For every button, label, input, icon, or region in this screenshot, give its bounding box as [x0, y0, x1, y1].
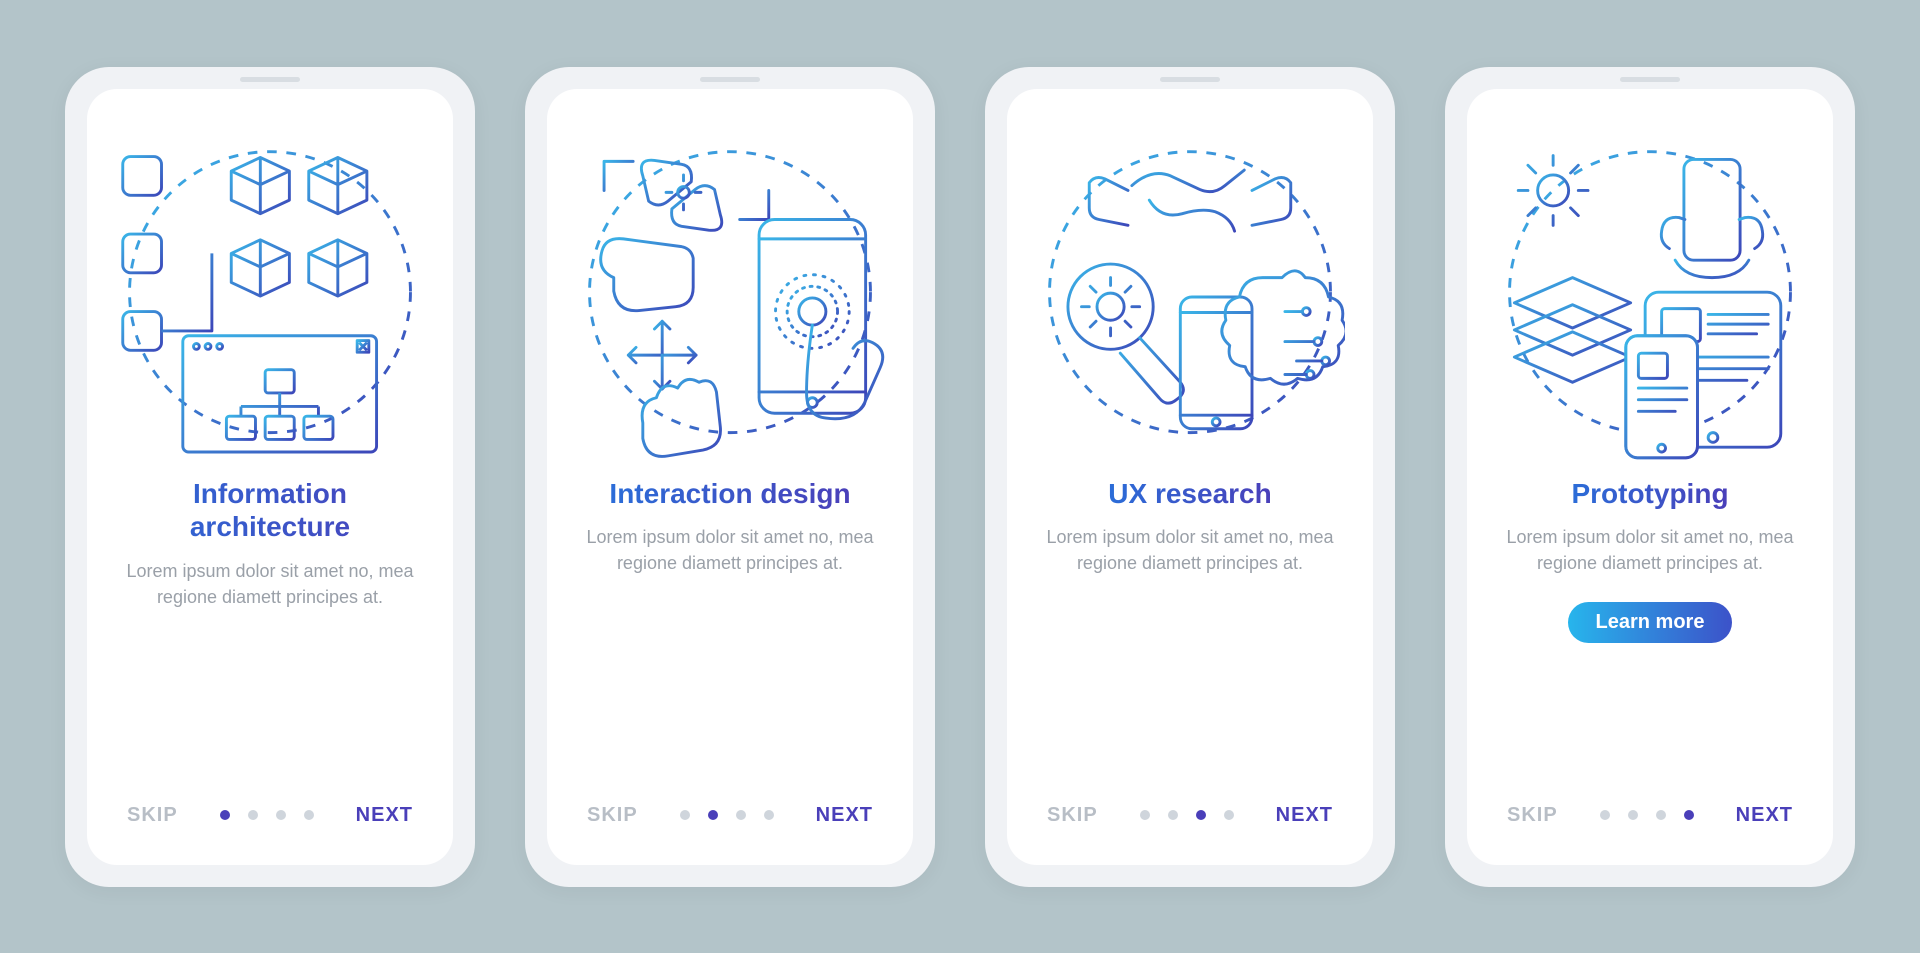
onboarding-phone-2: Interaction design Lorem ipsum dolor sit… — [525, 67, 935, 887]
page-dots — [1140, 810, 1234, 820]
slide-desc: Lorem ipsum dolor sit amet no, mea regio… — [580, 524, 880, 576]
skip-button[interactable]: SKIP — [127, 804, 178, 827]
slide-desc: Lorem ipsum dolor sit amet no, mea regio… — [120, 558, 420, 610]
onboarding-footer: SKIP NEXT — [1467, 804, 1833, 827]
onboarding-screen-1: Information architecture Lorem ipsum dol… — [87, 89, 453, 865]
page-dots — [220, 810, 314, 820]
slide-desc: Lorem ipsum dolor sit amet no, mea regio… — [1040, 524, 1340, 576]
onboarding-footer: SKIP NEXT — [547, 804, 913, 827]
dot-2[interactable] — [1628, 810, 1638, 820]
dot-1[interactable] — [680, 810, 690, 820]
dot-3[interactable] — [276, 810, 286, 820]
onboarding-footer: SKIP NEXT — [1007, 804, 1373, 827]
skip-button[interactable]: SKIP — [1507, 804, 1558, 827]
dot-4[interactable] — [1684, 810, 1694, 820]
dot-3[interactable] — [1656, 810, 1666, 820]
next-button[interactable]: NEXT — [816, 804, 873, 827]
dot-4[interactable] — [1224, 810, 1234, 820]
info-arch-icon — [115, 127, 425, 467]
onboarding-phone-1: Information architecture Lorem ipsum dol… — [65, 67, 475, 887]
skip-button[interactable]: SKIP — [1047, 804, 1098, 827]
slide-title: Information architecture — [115, 477, 425, 544]
slide-title: UX research — [1108, 477, 1271, 511]
onboarding-screen-3: UX research Lorem ipsum dolor sit amet n… — [1007, 89, 1373, 865]
interaction-icon — [575, 127, 885, 467]
page-dots — [680, 810, 774, 820]
dot-3[interactable] — [736, 810, 746, 820]
ux-research-icon — [1035, 127, 1345, 467]
onboarding-phone-3: UX research Lorem ipsum dolor sit amet n… — [985, 67, 1395, 887]
slide-title: Prototyping — [1571, 477, 1728, 511]
onboarding-screen-2: Interaction design Lorem ipsum dolor sit… — [547, 89, 913, 865]
dot-1[interactable] — [1140, 810, 1150, 820]
next-button[interactable]: NEXT — [1736, 804, 1793, 827]
slide-title: Interaction design — [609, 477, 850, 511]
dot-2[interactable] — [248, 810, 258, 820]
dot-4[interactable] — [764, 810, 774, 820]
onboarding-screen-4: Prototyping Lorem ipsum dolor sit amet n… — [1467, 89, 1833, 865]
dot-4[interactable] — [304, 810, 314, 820]
dot-1[interactable] — [1600, 810, 1610, 820]
dot-2[interactable] — [708, 810, 718, 820]
next-button[interactable]: NEXT — [356, 804, 413, 827]
dot-1[interactable] — [220, 810, 230, 820]
slide-desc: Lorem ipsum dolor sit amet no, mea regio… — [1500, 524, 1800, 576]
dot-3[interactable] — [1196, 810, 1206, 820]
next-button[interactable]: NEXT — [1276, 804, 1333, 827]
dot-2[interactable] — [1168, 810, 1178, 820]
onboarding-phone-4: Prototyping Lorem ipsum dolor sit amet n… — [1445, 67, 1855, 887]
onboarding-footer: SKIP NEXT — [87, 804, 453, 827]
prototyping-icon — [1495, 127, 1805, 467]
page-dots — [1600, 810, 1694, 820]
learn-more-button[interactable]: Learn more — [1568, 602, 1733, 643]
skip-button[interactable]: SKIP — [587, 804, 638, 827]
